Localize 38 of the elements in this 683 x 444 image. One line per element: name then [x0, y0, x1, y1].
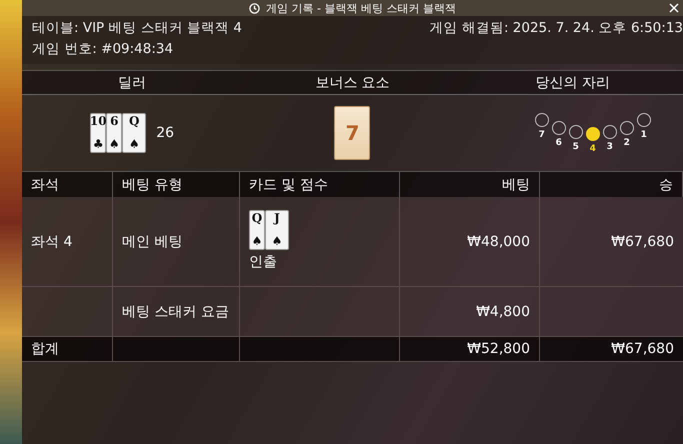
table-cell: 합계 [22, 337, 113, 362]
playing-card: Q ♠ [249, 210, 265, 250]
game-number: 게임 번호: #09:48:34 [32, 40, 174, 59]
history-icon [249, 2, 260, 14]
close-icon[interactable] [669, 3, 679, 13]
column-header: 좌석 [22, 171, 113, 197]
column-header: 베팅 [400, 171, 540, 197]
column-header: 카드 및 점수 [240, 171, 400, 197]
table-cell: ₩4,800 [400, 287, 540, 337]
table-cell: ₩67,680 [540, 197, 683, 287]
table-cell: ₩67,680 [540, 337, 683, 362]
playing-card: 10 ♣ [90, 113, 106, 153]
table-cell: ₩48,000 [400, 197, 540, 287]
column-header: 딜러 [117, 74, 148, 92]
seat-number: 2 [624, 138, 630, 148]
seat-number: 4 [590, 144, 596, 154]
dealer-score: 26 [156, 125, 174, 141]
playing-card: 6 ♠ [106, 113, 122, 153]
table-cell: 좌석 4 [22, 197, 113, 287]
seat-number: 5 [572, 142, 579, 152]
seat-number: 7 [538, 130, 545, 140]
playing-card: J ♠ [265, 210, 289, 250]
seat-number: 3 [606, 142, 613, 152]
seat-number: 1 [640, 130, 647, 140]
window-title: 게임 기록 - 블랙잭 베팅 스태커 블랙잭 [266, 0, 456, 16]
column-header: 베팅 유형 [113, 171, 240, 197]
playing-card: Q ♠ [122, 113, 146, 153]
column-header: 승 [540, 171, 683, 197]
column-header: 보너스 요소 [314, 74, 391, 92]
table-cell: 베팅 스태커 요금 [113, 287, 240, 337]
table-cell: ₩52,800 [400, 337, 540, 362]
table-cell: Q ♠ J ♠ 인출 [240, 197, 400, 287]
table-name: 테이블: VIP 베팅 스태커 블랙잭 4 [32, 19, 243, 38]
bonus-card: 7 [334, 106, 370, 160]
table-cell: 메인 베팅 [113, 197, 240, 287]
seat-number: 6 [556, 138, 562, 148]
resolved-time: 게임 해결됨: 2025. 7. 24. 오후 6:50:13 [430, 19, 683, 38]
column-header: 당신의 자리 [534, 74, 612, 92]
